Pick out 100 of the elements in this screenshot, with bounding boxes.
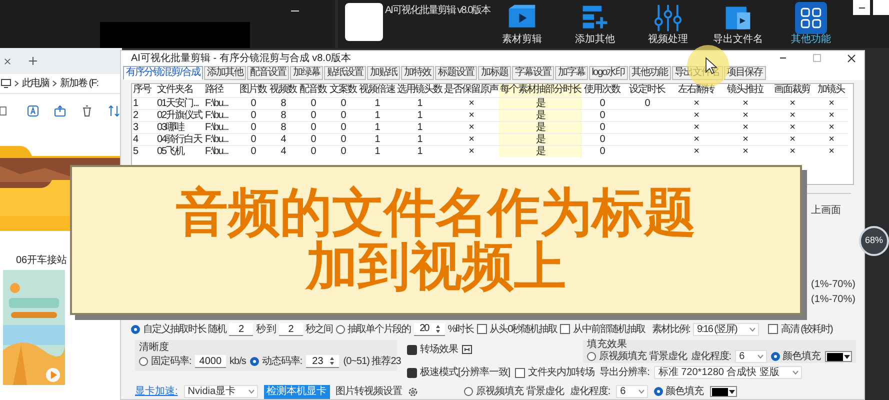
tab[interactable]: 字幕设置 [512,66,554,80]
table-cell: × [694,146,698,157]
radio-label[interactable]: 原视频填充 背景虚化 [599,349,687,364]
column-header[interactable]: 文案数 [328,84,358,97]
toolbar-button[interactable]: 视频处理 [642,0,694,48]
checkbox[interactable] [476,324,487,334]
plus-icon[interactable] [29,57,37,65]
column-header[interactable]: 每个素材抽部分时长 [499,84,582,97]
column-header[interactable]: 设定时长 [622,84,672,97]
close-icon[interactable] [847,54,856,62]
tab[interactable]: 项目保存 [724,66,766,80]
column-header[interactable]: 图片数 [238,84,268,97]
column-header[interactable]: 文件夹名 [156,84,204,97]
checkbox[interactable] [407,344,417,354]
breadcrumb-item[interactable]: 新加卷 (F: [60,76,98,91]
toolbar-button[interactable]: 导出文件名 [712,0,764,48]
toolbar-button[interactable]: 其他功能 [785,0,837,48]
tab[interactable]: 添加其他 [204,66,246,80]
link[interactable]: 显卡加速: [135,384,178,399]
column-header[interactable]: 选用镜头数 [396,84,443,97]
column-header[interactable]: 画面裁剪 [770,84,814,97]
checkbox-label[interactable]: 从头0秒随机抽取 [490,322,558,336]
radio-label[interactable]: 原视频填充 背景虚化 [476,384,564,399]
column-header[interactable]: 加镜头 [814,84,848,97]
color-picker[interactable] [710,386,737,397]
checkbox[interactable] [560,324,570,334]
column-header[interactable]: 镜头推拉 [720,84,770,97]
minimize-button[interactable] [853,0,870,15]
column-header[interactable]: 左右翻转 [672,84,720,97]
detect-button[interactable]: 检测本机显卡 [264,384,330,398]
table-cell: 1 [374,110,380,120]
checkbox[interactable] [515,368,526,378]
tab[interactable]: 有序分镜混剪/合成 [123,66,203,80]
radio-button[interactable] [770,352,780,361]
table-cell: 1 [374,122,380,132]
radio-button[interactable] [336,324,345,334]
sort-icon[interactable] [108,105,120,117]
checkbox-label[interactable]: 文件夹内加转场 [528,365,595,380]
table-cell: × [468,122,474,132]
color-picker[interactable] [824,351,852,362]
radio-button[interactable] [250,357,259,366]
column-header[interactable]: 视频数 [268,84,298,97]
trash-icon[interactable] [81,105,93,117]
checkbox-label[interactable]: 高清 (较耗时) [780,322,832,336]
radio-button[interactable] [654,387,663,396]
toolbar-button[interactable]: 添加其他 [569,0,621,48]
radio-label[interactable]: 固定码率: [151,354,192,369]
option-label: %时长 [448,322,474,336]
column-header[interactable]: 使用次数 [582,84,622,97]
input-field[interactable]: 2 [228,322,253,336]
dropdown[interactable]: 6 [616,385,648,398]
radio-label[interactable]: 动态码率: [262,354,302,369]
input-field[interactable]: 4000 [195,355,226,368]
close-icon[interactable] [4,58,11,64]
dropdown[interactable]: 9:16 (竖屏) [692,322,759,336]
tab[interactable]: 其他功能 [628,66,671,80]
tab[interactable]: 标题设置 [434,66,477,80]
number-field[interactable]: 23 [306,355,340,368]
checkbox-label[interactable]: 极速模式[分辨率一致] [420,365,510,380]
tab[interactable]: logo水印 [588,66,628,80]
column-header[interactable]: 路径 [204,84,238,97]
tab[interactable]: 贴纸设置 [324,66,366,80]
input-field[interactable]: 2 [278,322,303,336]
option-label: (1%-70%) [811,278,856,292]
toolbar-button[interactable]: 素材剪辑 [496,0,548,48]
column-header[interactable]: 是否保留原声 [443,84,499,97]
dropdown[interactable]: 6 [735,350,767,363]
tab[interactable]: 加贴纸 [366,66,400,80]
breadcrumb-item[interactable]: 此电脑 [22,76,49,91]
radio-label[interactable]: 自定义抽取时长 随机 [143,322,226,336]
dropdown[interactable]: 标准 720*1280 合成快 竖版 [654,366,802,379]
radio-button[interactable] [131,324,140,334]
radio-button[interactable] [139,357,148,366]
column-header[interactable]: 配音数 [298,84,328,97]
tab[interactable]: 配音设置 [246,66,289,80]
checkbox-label[interactable]: 从中前部随机抽取 [573,322,646,336]
caret-icon [792,370,799,375]
table-cell: 0 [250,146,256,157]
checkbox[interactable] [768,324,778,334]
tab[interactable]: 加绿幕 [290,66,323,80]
column-header[interactable]: 视频倍速 [358,84,396,97]
text-icon[interactable] [27,105,39,117]
radio-button[interactable] [587,352,596,361]
dropdown[interactable]: Nvidia显卡 [184,385,258,398]
table-cell: × [828,134,834,144]
share-icon[interactable] [54,105,66,117]
tab[interactable]: 加字幕 [554,66,588,80]
tab[interactable]: 加标题 [478,66,511,80]
tab[interactable]: 加特效 [400,66,434,80]
checkbox-label[interactable]: 转场效果 [420,342,458,357]
radio-label[interactable]: 抽取单个片段的 [348,322,411,336]
radio-button[interactable] [464,387,474,396]
column-header[interactable]: 序号 [132,84,156,97]
radio-label[interactable]: 颜色填充 [782,349,821,364]
settings-icon[interactable] [408,386,418,396]
transition-icon[interactable] [462,345,472,354]
checkbox[interactable] [407,368,417,378]
radio-label[interactable]: 颜色填充 [666,384,704,399]
table-cell: 0 [310,122,316,132]
number-field[interactable]: 20 [414,322,445,336]
